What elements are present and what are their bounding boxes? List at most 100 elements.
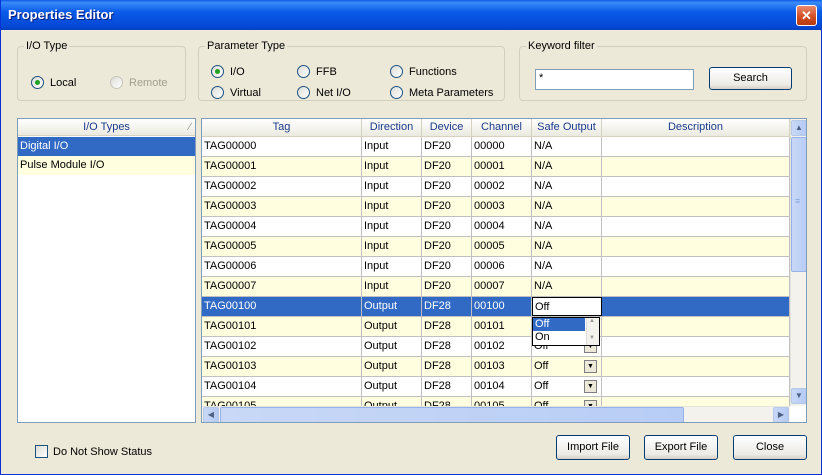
table-cell[interactable]: 00003 [472,197,532,216]
table-cell[interactable]: Input [362,217,422,236]
table-cell[interactable]: N/A [532,197,602,216]
table-cell[interactable]: DF20 [422,277,472,296]
column-header[interactable]: Safe Output [532,119,602,137]
scroll-down-button[interactable]: ▼ [791,388,806,404]
table-cell[interactable]: 00103 [472,357,532,376]
radio-param-meta-parameters[interactable]: Meta Parameters [390,86,493,99]
table-cell[interactable]: DF20 [422,237,472,256]
table-row[interactable]: TAG00103 Output DF28 00103 ▼ Off [202,357,790,377]
table-cell[interactable]: N/A [532,157,602,176]
table-cell[interactable]: 00102 [472,337,532,356]
table-row[interactable]: TAG00102 Output DF28 00102 ▼ Off [202,337,790,357]
table-cell[interactable]: Output [362,377,422,396]
dropdown-option-on[interactable]: On [533,331,585,344]
table-cell[interactable]: Off [532,357,602,376]
scroll-up-button[interactable]: ▲ [791,120,806,136]
import-file-button[interactable]: Import File [556,435,630,460]
dropdown-option-off[interactable]: Off [533,318,585,331]
table-cell[interactable]: N/A [532,277,602,296]
table-cell[interactable] [602,237,790,256]
vertical-scroll-thumb[interactable]: ≡ [791,137,806,272]
radio-param-functions[interactable]: Functions [390,65,457,78]
table-cell[interactable]: N/A [532,137,602,156]
table-cell[interactable]: TAG00103 [202,357,362,376]
horizontal-scroll-thumb[interactable] [220,407,684,422]
table-cell[interactable]: Input [362,257,422,276]
scroll-left-button[interactable]: ◀ [203,407,219,422]
grid-vertical-scrollbar[interactable]: ▲ ≡ ▼ [790,119,806,406]
table-cell[interactable]: 00004 [472,217,532,236]
table-cell[interactable]: TAG00101 [202,317,362,336]
table-cell[interactable]: DF20 [422,157,472,176]
table-cell[interactable]: 00002 [472,177,532,196]
table-cell[interactable]: TAG00007 [202,277,362,296]
io-type-item[interactable]: Digital I/O [18,137,195,156]
table-cell[interactable]: TAG00006 [202,257,362,276]
table-cell[interactable]: N/A [532,237,602,256]
table-cell[interactable] [602,377,790,396]
table-cell[interactable]: DF28 [422,377,472,396]
io-types-header[interactable]: I/O Types ⁄ [18,119,195,136]
table-cell[interactable]: Input [362,177,422,196]
column-header[interactable]: Description [602,119,790,137]
table-row[interactable]: TAG00104 Output DF28 00104 ▼ Off [202,377,790,397]
io-type-item[interactable]: Pulse Module I/O [18,156,195,175]
table-row[interactable]: TAG00100OutputDF2800100▼Off [202,297,790,317]
table-cell[interactable]: Off [532,377,602,396]
close-button[interactable]: Close [733,435,807,460]
table-cell[interactable]: TAG00002 [202,177,362,196]
keyword-filter-input[interactable]: * [535,69,694,90]
table-cell[interactable]: Output [362,317,422,336]
table-cell[interactable] [602,357,790,376]
table-cell[interactable]: 00007 [472,277,532,296]
radio-param-ffb[interactable]: FFB [297,65,337,78]
table-cell[interactable] [602,337,790,356]
table-cell[interactable]: 00006 [472,257,532,276]
table-cell[interactable]: Off [532,297,602,316]
table-row[interactable]: TAG00000 Input DF20 00000 N/A [202,137,790,157]
table-row[interactable]: TAG00006 Input DF20 00006 N/A [202,257,790,277]
do-not-show-status-checkbox[interactable] [35,445,48,458]
table-cell[interactable]: Output [362,337,422,356]
table-cell[interactable] [602,317,790,336]
column-header[interactable]: Direction [362,119,422,137]
table-row[interactable]: TAG00002 Input DF20 00002 N/A [202,177,790,197]
table-cell[interactable] [602,137,790,156]
table-cell[interactable]: Input [362,137,422,156]
table-cell[interactable]: 00101 [472,317,532,336]
title-bar[interactable]: Properties Editor ✕ [1,0,822,30]
table-cell[interactable]: Input [362,157,422,176]
table-cell[interactable]: TAG00100 [202,297,362,316]
table-row[interactable]: TAG00005 Input DF20 00005 N/A [202,237,790,257]
table-cell[interactable]: DF28 [422,357,472,376]
table-cell[interactable] [602,217,790,236]
table-cell[interactable]: TAG00104 [202,377,362,396]
table-cell[interactable]: DF20 [422,177,472,196]
table-cell[interactable]: TAG00003 [202,197,362,216]
table-cell[interactable]: 00104 [472,377,532,396]
table-cell[interactable]: TAG00102 [202,337,362,356]
table-cell[interactable]: DF20 [422,217,472,236]
table-cell[interactable]: TAG00001 [202,157,362,176]
search-button[interactable]: Search [709,67,792,90]
radio-param-virtual[interactable]: Virtual [211,86,261,99]
column-header[interactable]: Channel [472,119,532,137]
table-cell[interactable]: 00000 [472,137,532,156]
table-cell[interactable]: N/A [532,257,602,276]
table-cell[interactable]: 00005 [472,237,532,256]
table-cell[interactable]: Output [362,297,422,316]
table-cell[interactable]: TAG00000 [202,137,362,156]
table-row[interactable]: TAG00101OutputDF2800101▼Off [202,317,790,337]
table-cell[interactable]: 00001 [472,157,532,176]
table-cell[interactable]: Input [362,277,422,296]
radio-param-io[interactable]: I/O [211,65,245,78]
close-window-button[interactable]: ✕ [796,5,817,26]
table-cell[interactable]: DF28 [422,337,472,356]
column-header[interactable]: Device [422,119,472,137]
table-cell[interactable]: DF20 [422,137,472,156]
table-cell[interactable]: DF28 [422,297,472,316]
table-row[interactable]: TAG00007 Input DF20 00007 N/A [202,277,790,297]
table-cell[interactable] [602,197,790,216]
radio-io-local[interactable]: Local [31,76,76,89]
column-header[interactable]: Tag [202,119,362,137]
